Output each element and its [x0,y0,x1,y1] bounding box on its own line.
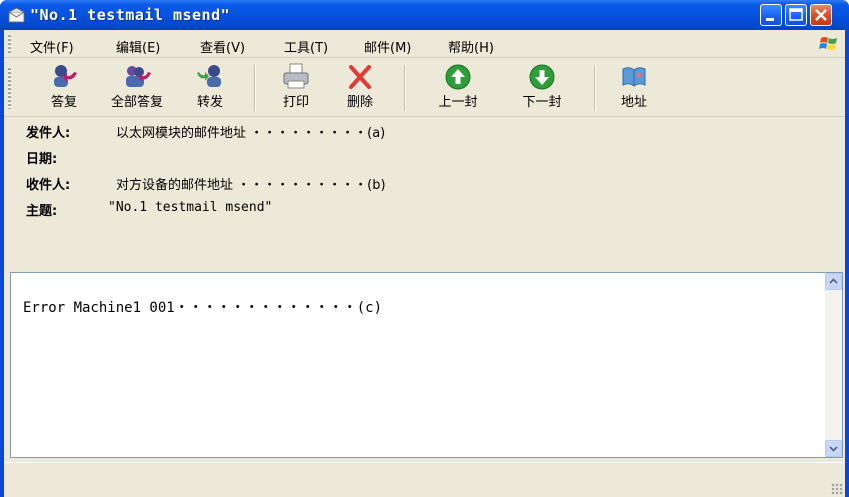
toolbar-separator [594,65,596,111]
title-bar[interactable]: "No.1 testmail msend" [0,0,849,30]
menu-view[interactable]: 查看(V) [200,37,245,56]
mail-window: "No.1 testmail msend" 文件(F) 编辑(E) 查看(V) … [0,0,849,497]
message-body[interactable]: Error Machine1 001・・・・・・・・・・・・・(c) [10,272,843,458]
maximize-icon [789,8,803,21]
to-label: 收件人: [26,178,71,193]
forward-icon [197,65,221,87]
print-button[interactable]: 打印 [276,61,316,115]
reply-all-label: 全部答复 [110,95,163,110]
reply-button[interactable]: 答复 [44,61,84,115]
message-header: 发件人: 以太网模块的邮件地址 ・・・・・・・・・(a) 日期: 收件人: 对方… [4,118,845,268]
reply-label: 答复 [50,95,77,110]
minimize-icon [766,18,774,21]
resize-grip[interactable] [831,483,843,495]
scroll-down-button[interactable] [825,440,842,457]
status-bar [4,462,845,497]
window-title: "No.1 testmail msend" [30,6,231,24]
menu-bar: 文件(F) 编辑(E) 查看(V) 工具(T) 邮件(M) 帮助(H) [4,30,845,58]
reply-icon [54,65,77,87]
chevron-up-icon [829,278,838,284]
minimize-button[interactable] [760,4,782,26]
vertical-scrollbar[interactable] [825,273,842,457]
delete-label: 删除 [346,95,373,110]
message-body-text: Error Machine1 001・・・・・・・・・・・・・(c) [23,300,383,316]
windows-logo-icon [819,37,837,50]
menu-edit[interactable]: 编辑(E) [116,37,160,56]
menu-message[interactable]: 邮件(M) [364,37,411,56]
reply-all-icon [126,66,151,87]
toolbar: 答复 全部答复 转发 打印 删除 上一封 下一封 地址 [4,59,845,117]
forward-button[interactable]: 转发 [190,61,230,115]
next-button[interactable]: 下一封 [516,61,568,115]
from-label: 发件人: [26,126,71,141]
mail-icon [8,7,25,23]
maximize-button[interactable] [785,4,807,26]
previous-label: 上一封 [438,95,478,110]
menu-help[interactable]: 帮助(H) [448,37,494,56]
delete-button[interactable]: 删除 [340,61,380,115]
print-label: 打印 [282,95,309,110]
to-value: 对方设备的邮件地址 ・・・・・・・・・・(b) [116,178,386,193]
next-label: 下一封 [522,95,562,110]
address-book-label: 地址 [620,95,647,110]
toolbar-separator [254,65,256,111]
menu-tools[interactable]: 工具(T) [284,37,328,56]
date-label: 日期: [26,152,58,167]
menu-file[interactable]: 文件(F) [30,37,74,56]
menu-grip[interactable] [8,34,11,54]
delete-icon [349,65,371,89]
arrow-up-icon [445,64,471,90]
close-icon [815,9,827,21]
client-area: 文件(F) 编辑(E) 查看(V) 工具(T) 邮件(M) 帮助(H) 答复 全… [4,30,845,497]
address-book-button[interactable]: 地址 [614,61,654,115]
arrow-down-icon [529,64,555,90]
chevron-down-icon [829,446,838,452]
from-value: 以太网模块的邮件地址 ・・・・・・・・・(a) [116,126,386,141]
toolbar-grip[interactable] [8,67,11,109]
subject-label: 主题: [26,204,58,219]
subject-value: "No.1 testmail msend" [108,200,273,215]
close-button[interactable] [810,4,832,26]
previous-button[interactable]: 上一封 [432,61,484,115]
scroll-up-button[interactable] [825,273,842,290]
reply-all-button[interactable]: 全部答复 [100,61,174,115]
printer-icon [283,63,309,89]
address-book-icon [622,67,646,87]
toolbar-separator [404,65,406,111]
forward-label: 转发 [196,95,223,110]
